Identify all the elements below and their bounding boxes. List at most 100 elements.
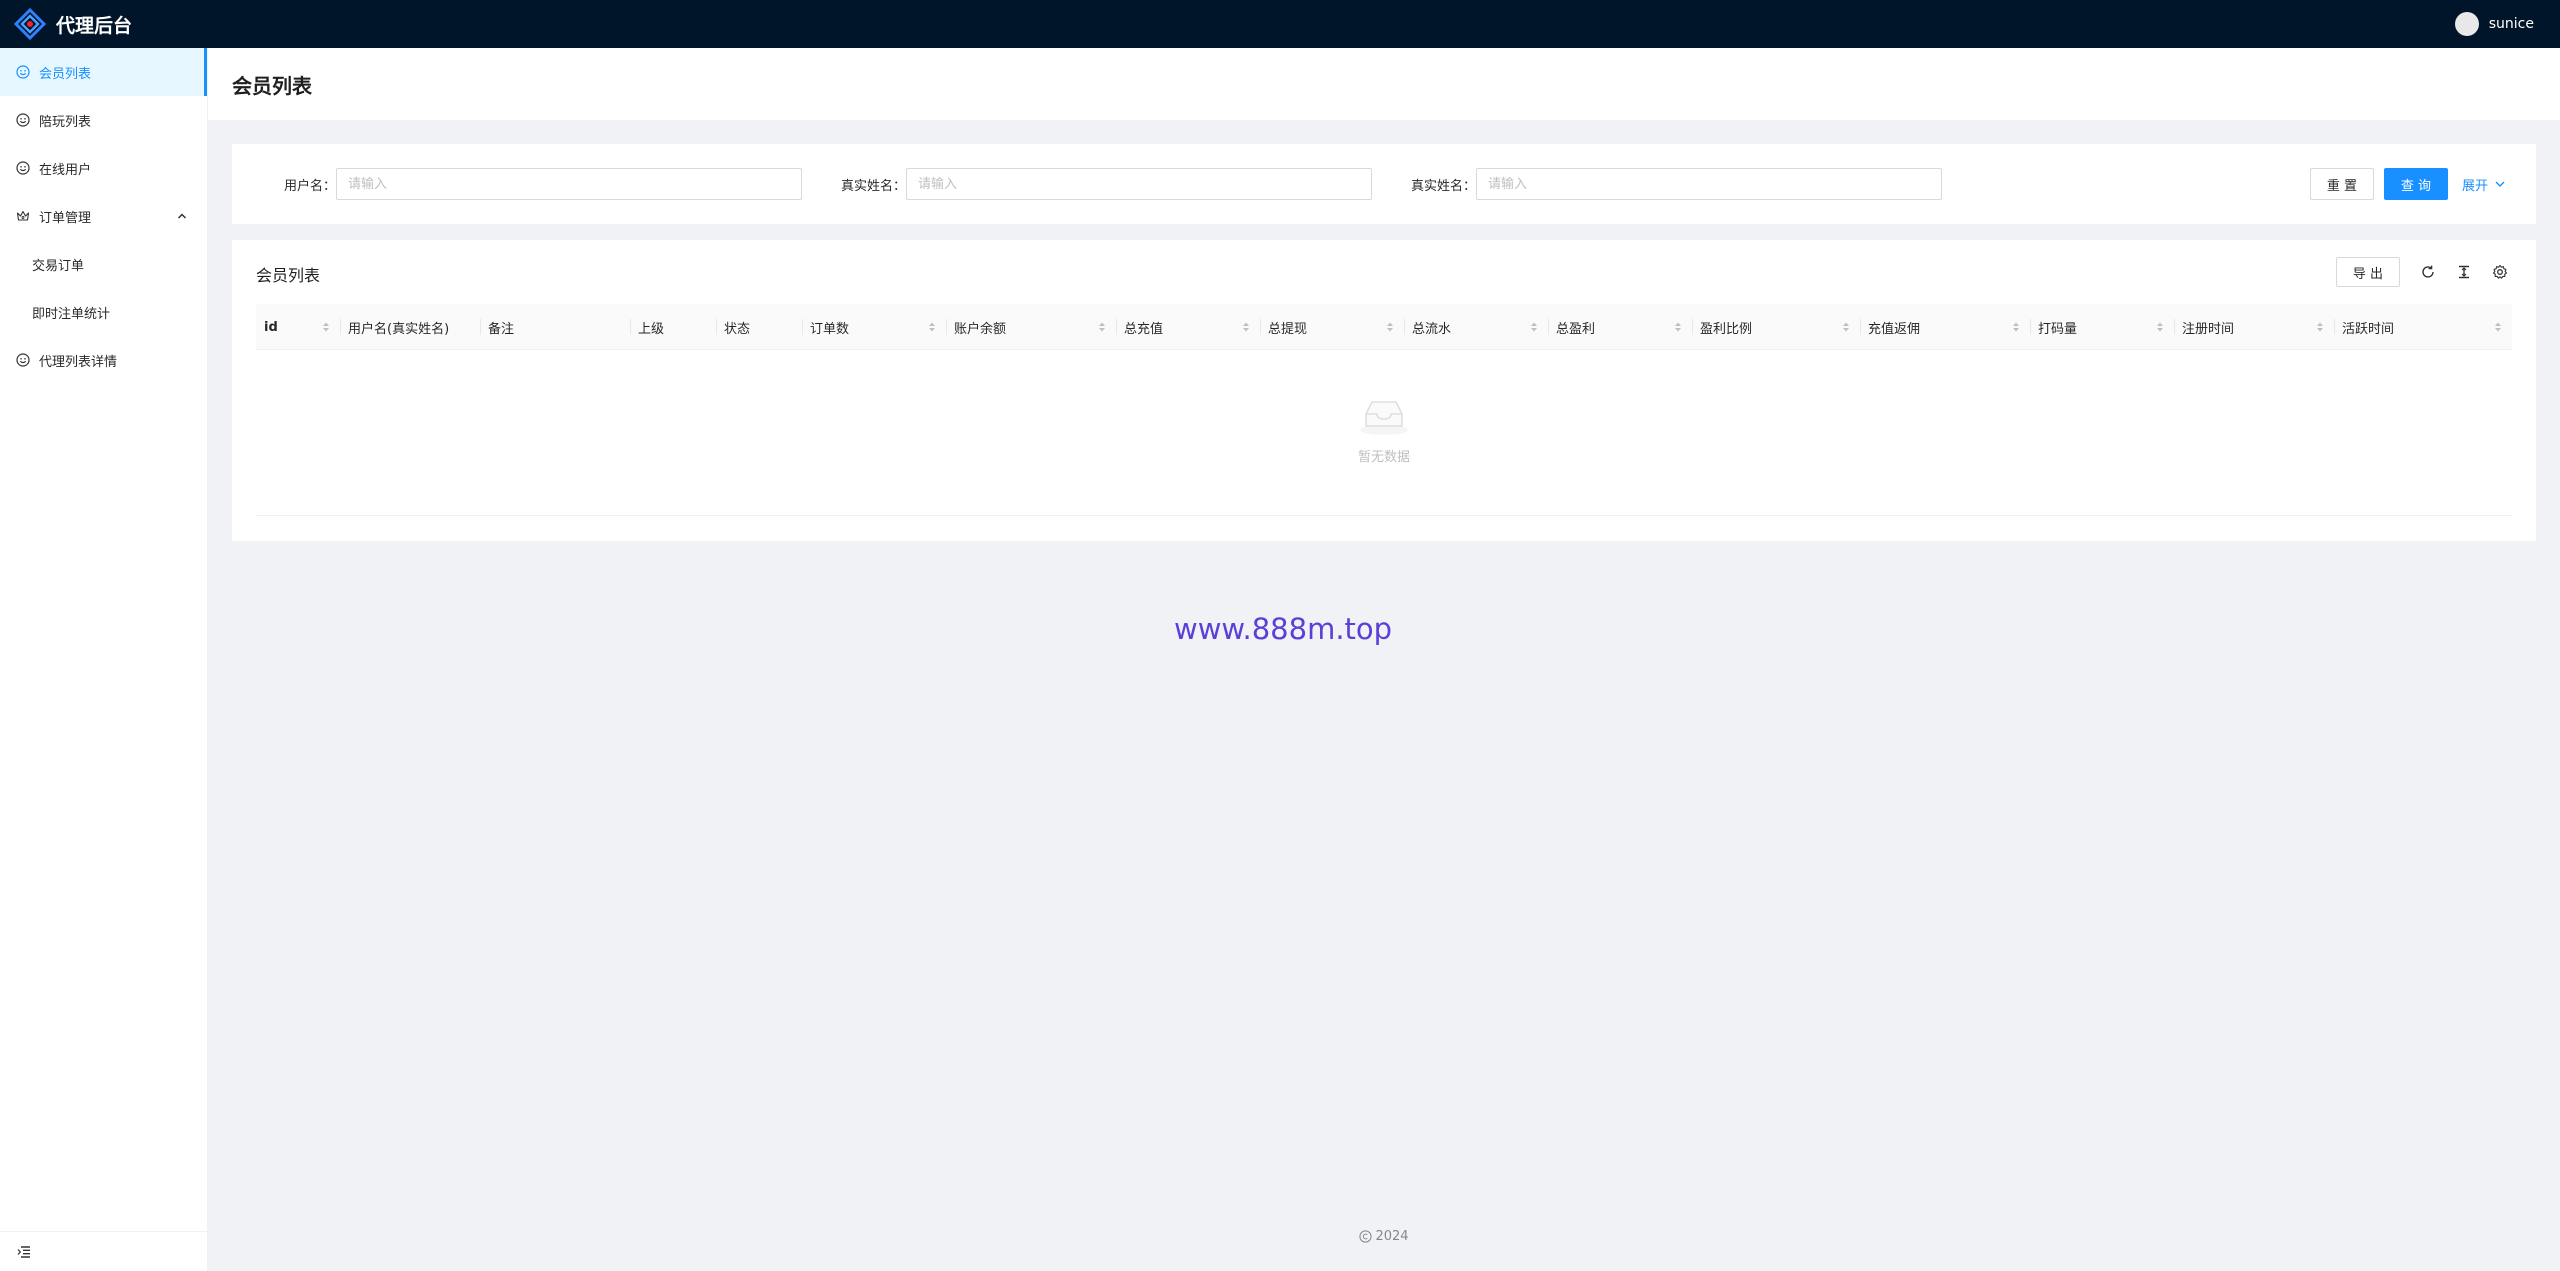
- realname2-label: 真实姓名：: [1410, 178, 1476, 194]
- column-header-label: 订单数: [810, 321, 850, 337]
- realname2-input[interactable]: [1476, 168, 1942, 200]
- copyright-year: 2024: [1375, 1228, 1409, 1244]
- column-header[interactable]: 打码量: [2030, 304, 2174, 350]
- chevron-up-icon: [177, 213, 187, 219]
- column-header-label: 总提现: [1268, 321, 1308, 337]
- logo[interactable]: 代理后台: [14, 8, 132, 40]
- column-header-label: 充值返佣: [1868, 321, 1921, 337]
- column-separator: [1692, 319, 1693, 335]
- expand-toggle[interactable]: 展开: [2462, 168, 2507, 200]
- realname-label: 真实姓名：: [840, 178, 906, 194]
- table-empty-state: 暂无数据: [256, 350, 2512, 516]
- column-separator: [2030, 319, 2031, 335]
- column-header: 用户名(真实姓名): [340, 304, 480, 350]
- sort-caret-icon[interactable]: [928, 321, 936, 333]
- export-button[interactable]: 导 出: [2336, 257, 2400, 287]
- watermark-text: www.888m.top: [1174, 612, 1393, 646]
- top-header: 代理后台 sunice: [0, 0, 2560, 48]
- realname-input[interactable]: [906, 168, 1372, 200]
- column-header[interactable]: 充值返佣: [1860, 304, 2030, 350]
- column-separator: [1860, 319, 1861, 335]
- column-header[interactable]: id: [256, 304, 340, 350]
- column-header[interactable]: 总流水: [1404, 304, 1548, 350]
- column-header-label: 总流水: [1412, 321, 1452, 337]
- sidebar-item-label: 即时注单统计: [32, 306, 111, 322]
- sidebar-item-agent-list-details[interactable]: 代理列表详情: [0, 336, 207, 384]
- sidebar: 会员列表 陪玩列表 在线用户 订单管理 交易订单 即时注单统计 代理列表详情: [0, 48, 208, 1271]
- density-button[interactable]: [2454, 257, 2474, 287]
- column-header[interactable]: 订单数: [802, 304, 946, 350]
- table-header: id 用户名(真实姓名) 备注 上级 状态 订单数 账户余额 总充值 总提现 总流水 总盈利 盈利比例…: [256, 304, 2512, 350]
- app-title: 代理后台: [56, 14, 133, 37]
- column-header-label: id: [264, 319, 278, 335]
- expand-label: 展开: [2462, 178, 2489, 194]
- sort-caret-icon[interactable]: [1242, 321, 1250, 333]
- sort-caret-icon[interactable]: [2156, 321, 2164, 333]
- sidebar-item-label: 在线用户: [39, 162, 92, 178]
- column-header-label: 盈利比例: [1700, 321, 1753, 337]
- reload-button[interactable]: [2418, 257, 2438, 287]
- column-header[interactable]: 总充值: [1116, 304, 1260, 350]
- query-button[interactable]: 查 询: [2384, 168, 2448, 200]
- sort-caret-icon[interactable]: [1674, 321, 1682, 333]
- smile-icon: [16, 353, 30, 367]
- column-header[interactable]: 活跃时间: [2334, 304, 2512, 350]
- sort-caret-icon[interactable]: [1386, 321, 1394, 333]
- sort-caret-icon[interactable]: [2494, 321, 2502, 333]
- column-separator: [2334, 319, 2335, 335]
- column-header[interactable]: 账户余额: [946, 304, 1116, 350]
- column-separator: [480, 319, 481, 335]
- sidebar-item-order-management[interactable]: 订单管理: [0, 192, 207, 240]
- sort-caret-icon[interactable]: [2012, 321, 2020, 333]
- sidebar-item-label: 订单管理: [39, 210, 92, 226]
- column-header: 状态: [716, 304, 802, 350]
- sidebar-item-trade-orders[interactable]: 交易订单: [0, 240, 207, 288]
- column-header[interactable]: 注册时间: [2174, 304, 2334, 350]
- empty-text: 暂无数据: [1357, 450, 1410, 465]
- sidebar-item-online-users[interactable]: 在线用户: [0, 144, 207, 192]
- settings-button[interactable]: [2490, 257, 2510, 287]
- column-separator: [1116, 319, 1117, 335]
- column-header-label: 状态: [724, 321, 751, 337]
- realname2-field: 真实姓名：: [1394, 168, 1942, 200]
- username-input[interactable]: [336, 168, 802, 200]
- column-header-label: 打码量: [2038, 321, 2078, 337]
- reset-button[interactable]: 重 置: [2310, 168, 2374, 200]
- column-header-label: 注册时间: [2182, 321, 2235, 337]
- column-header[interactable]: 总提现: [1260, 304, 1404, 350]
- username: sunice: [2488, 16, 2534, 32]
- column-separator: [340, 319, 341, 335]
- sort-caret-icon[interactable]: [322, 321, 330, 333]
- sort-caret-icon[interactable]: [2316, 321, 2324, 333]
- column-separator: [802, 319, 803, 335]
- sort-caret-icon[interactable]: [1098, 321, 1106, 333]
- sidebar-collapse-button[interactable]: [0, 1231, 207, 1271]
- crown-icon: [16, 210, 30, 221]
- sidebar-item-members[interactable]: 会员列表: [0, 48, 207, 96]
- sort-caret-icon[interactable]: [1842, 321, 1850, 333]
- setting-icon: [2492, 264, 2508, 279]
- sidebar-item-companions[interactable]: 陪玩列表: [0, 96, 207, 144]
- logo-icon: [14, 8, 46, 40]
- sidebar-item-label: 交易订单: [32, 258, 85, 274]
- table-title: 会员列表: [256, 266, 321, 285]
- column-header-label: 备注: [488, 321, 515, 337]
- column-header[interactable]: 总盈利: [1548, 304, 1692, 350]
- copyright-icon: [1359, 1229, 1373, 1243]
- sidebar-item-instant-bet-stats[interactable]: 即时注单统计: [0, 288, 207, 336]
- column-separator: [630, 319, 631, 335]
- column-header-label: 上级: [638, 321, 665, 337]
- column-separator: [946, 319, 947, 335]
- column-separator: [1260, 319, 1261, 335]
- column-separator: [1548, 319, 1549, 335]
- column-separator: [1404, 319, 1405, 335]
- page-footer: 2024: [208, 1222, 2560, 1250]
- column-header[interactable]: 盈利比例: [1692, 304, 1860, 350]
- column-header-label: 账户余额: [954, 321, 1007, 337]
- sidebar-item-label: 会员列表: [39, 66, 92, 82]
- column-header-label: 活跃时间: [2342, 321, 2395, 337]
- sort-caret-icon[interactable]: [1530, 321, 1538, 333]
- avatar[interactable]: [2454, 12, 2479, 36]
- column-header-label: 总盈利: [1556, 321, 1596, 337]
- user-menu[interactable]: sunice: [2454, 0, 2534, 48]
